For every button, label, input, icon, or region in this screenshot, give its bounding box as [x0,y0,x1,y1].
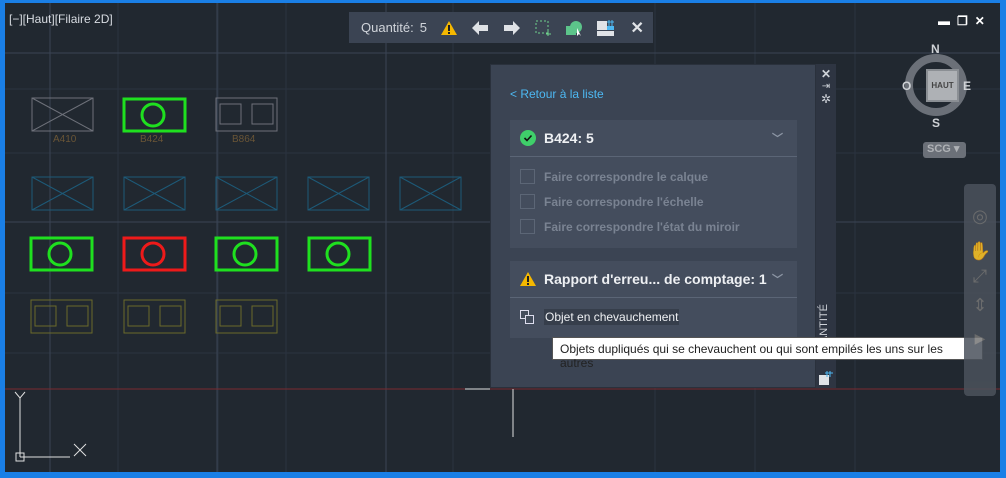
showmotion-icon[interactable]: ▶ [964,330,996,347]
option-label: Faire correspondre le calque [544,169,709,184]
option-label: Faire correspondre l'échelle [544,194,704,209]
block-card-title: B424: 5 [544,130,594,146]
ucs-label: SCG [927,143,951,155]
steering-wheel-icon[interactable]: ◎ [964,206,996,227]
warning-icon [520,272,536,286]
ucs-dropdown[interactable]: SCG ▾ [923,142,966,158]
checkbox-box [520,169,535,184]
block-label: B864 [232,134,256,145]
error-report-card: Rapport d'erreu... de comptage: 1 ﹀ Obje… [510,261,797,338]
count-toolbar: Quantité: 5 ✕ [349,12,653,43]
tooltip: Objets dupliqués qui se chevauchent ou q… [552,337,983,370]
count-table-button[interactable] [590,12,621,43]
match-mirror-checkbox[interactable]: Faire correspondre l'état du miroir [510,214,797,239]
overlap-icon [520,310,534,324]
arrow-left-icon [472,20,489,35]
zoom-extents-icon[interactable]: ⤢ [964,266,996,287]
close-icon[interactable]: ✕ [975,14,992,28]
autohide-icon[interactable]: ⇥ [816,81,836,92]
select-button[interactable] [527,12,558,43]
warning-button[interactable] [433,12,464,43]
compass-south[interactable]: S [932,116,940,130]
pan-hand-icon[interactable]: ✋ [964,241,996,262]
window-controls: ▬❐✕ [938,14,992,28]
option-label: Faire correspondre l'état du miroir [544,219,740,234]
error-card-header[interactable]: Rapport d'erreu... de comptage: 1 ﹀ [510,261,797,298]
match-layer-checkbox[interactable]: Faire correspondre le calque [510,164,797,189]
close-toolbar-button[interactable]: ✕ [622,12,653,43]
block-label: B424 [140,134,164,145]
chevron-down-icon[interactable]: ﹀ [772,130,783,146]
viewport-controls-label[interactable]: [−][Haut][Filaire 2D] [9,12,113,26]
block-card-header[interactable]: B424: 5 ﹀ [510,120,797,157]
overlap-item[interactable]: Objet en chevauchement [510,298,797,336]
count-table-icon[interactable] [819,371,833,385]
minimize-icon[interactable]: ▬ [938,14,957,28]
back-to-list-link[interactable]: < Retour à la liste [510,87,604,101]
close-icon: ✕ [630,19,644,37]
compass-north[interactable]: N [931,42,940,56]
select-icon [535,20,551,36]
overlap-item-label: Objet en chevauchement [544,309,680,325]
error-card-title: Rapport d'erreu... de comptage: 1 [544,271,767,287]
properties-icon[interactable]: ✲ [816,92,836,106]
warning-icon [440,20,457,35]
zoom-objects-button[interactable] [559,12,590,43]
close-palette-icon[interactable]: ✕ [816,67,836,81]
arrow-right-icon [503,20,520,35]
navigation-bar: ◎ ✋ ⤢ ⇕ ▶ [964,184,996,396]
match-scale-checkbox[interactable]: Faire correspondre l'échelle [510,189,797,214]
viewcube-face-top[interactable]: HAUT [926,69,959,102]
check-circle-icon [520,130,536,146]
next-button[interactable] [496,12,527,43]
block-card: B424: 5 ﹀ Faire correspondre le calque F… [510,120,797,248]
checkbox-box [520,194,535,209]
orbit-icon[interactable]: ⇕ [964,295,996,316]
previous-button[interactable] [464,12,495,43]
compass-east[interactable]: E [963,79,971,93]
zoom-objects-icon [566,20,583,36]
viewcube[interactable]: N S O E HAUT [902,42,971,130]
checkbox-box [520,219,535,234]
count-table-icon [596,19,614,36]
block-label: A410 [53,134,77,145]
restore-icon[interactable]: ❐ [957,14,975,28]
quantity-value: 5 [419,20,427,35]
quantity-label: Quantité: [361,20,414,35]
chevron-down-icon[interactable]: ﹀ [772,271,783,287]
compass-west[interactable]: O [902,79,911,93]
drawing-viewport[interactable]: [−][Haut][Filaire 2D] A410 B424 B864 Qua… [5,3,1000,472]
